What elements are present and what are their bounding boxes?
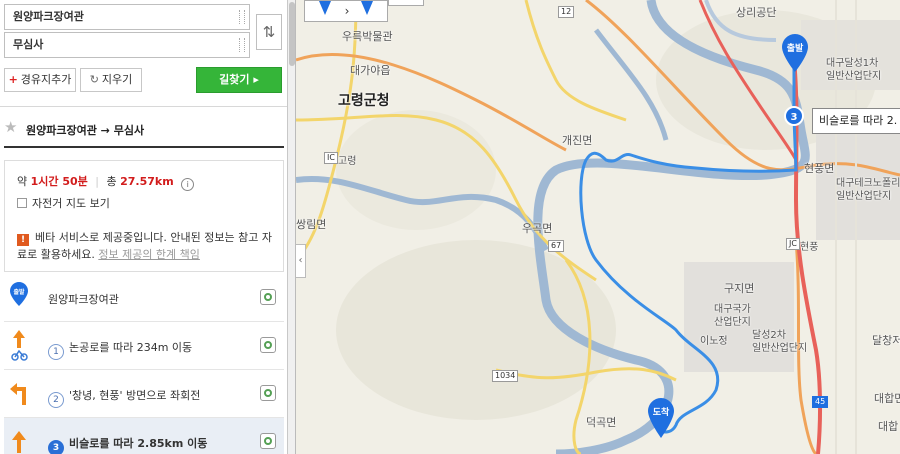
step-label: '창녕, 현풍' 방면으로 좌회전 — [69, 389, 201, 402]
waypoint-number: 3 — [791, 112, 798, 123]
map-label-deokgok: 덕곡면 — [586, 416, 617, 429]
map-label-goryeong: 고령군청 — [338, 93, 390, 109]
road-shield-12: 12 — [558, 6, 575, 18]
map-label-ureuk: 우륵박물관 — [342, 30, 393, 43]
origin-map-marker-icon[interactable]: 출발 — [782, 34, 808, 72]
distance-prefix: 총 — [106, 175, 117, 188]
route-panel: ⇅ +경유지추가 ↻지우기 길찾기 ▸ ★ 원양파크장여관 → 무심사 약 1시… — [0, 0, 288, 454]
step-label: 원양파크장여관 — [48, 293, 119, 306]
destination-field[interactable] — [4, 32, 250, 58]
clear-button[interactable]: ↻ 지우기 — [80, 68, 142, 92]
plus-icon: + — [8, 73, 18, 86]
map-label-daegaya: 대가야읍 — [350, 64, 391, 77]
star-icon[interactable]: ★ — [4, 118, 17, 136]
view-on-map-icon[interactable] — [260, 289, 276, 305]
straight-arrow-icon — [12, 431, 26, 453]
map-label-sangni: 상리공단 — [736, 6, 777, 19]
find-route-button[interactable]: 길찾기 ▸ — [196, 67, 282, 93]
warning-icon: ! — [17, 234, 29, 246]
step-tooltip: 비슬로를 따라 2. — [812, 108, 900, 134]
bike-map-toggle[interactable]: 자전거 지도 보기 — [17, 195, 110, 211]
map-label-hyeonpung: 현풍면 — [804, 162, 835, 175]
road-shield-45: 45 — [812, 396, 829, 408]
origin-marker-icon: 출발 — [10, 282, 28, 306]
step-number: 1 — [48, 344, 64, 360]
view-on-map-icon[interactable] — [260, 433, 276, 449]
refresh-icon: ↻ — [89, 73, 99, 86]
map-label-daehap: 대합면 — [874, 392, 900, 405]
time-prefix: 약 — [17, 175, 28, 188]
map-label-dalseong2b: 일반산업단지 — [752, 343, 808, 354]
map-label-hyeonpung-jc: 현풍 — [800, 242, 819, 253]
route-step-2[interactable]: 2 '창녕, 현풍' 방면으로 좌회전 — [4, 370, 284, 418]
swap-button[interactable]: ⇅ — [256, 14, 282, 50]
step-number: 3 — [48, 440, 64, 454]
beta-disclaimer-link[interactable]: 정보 제공의 한계 책임 — [98, 248, 200, 261]
road-shield-1034: 1034 — [492, 370, 519, 382]
bike-map-checkbox[interactable] — [17, 198, 27, 208]
panel-collapse-toggle[interactable]: ‹ — [296, 244, 306, 278]
svg-text:›: › — [345, 4, 350, 18]
map-label-gaejin: 개진면 — [562, 134, 593, 147]
step-3-map-marker-icon[interactable]: 3 — [784, 106, 804, 126]
ic-badge: IC — [324, 152, 338, 164]
straight-arrow-bike-icon — [11, 330, 28, 361]
view-on-map-icon[interactable] — [260, 337, 276, 353]
divider — [0, 106, 287, 107]
map-label-ssangnim: 쌍림면 — [296, 218, 327, 231]
route-step-3[interactable]: 3 비슬로를 따라 2.85km 이동 — [4, 418, 284, 454]
destination-map-marker-icon[interactable]: 도착 — [648, 398, 674, 438]
origin-drag-handle[interactable] — [239, 10, 245, 24]
turn-left-arrow-icon — [10, 383, 26, 405]
map-control-tab[interactable] — [388, 0, 424, 6]
route-info-box: 약 1시간 50분 | 총 27.57km i 자전거 지도 보기 ! 베타 서비… — [4, 160, 284, 272]
road-shield-67: 67 — [548, 240, 565, 252]
destination-badge: 도착 — [653, 406, 670, 418]
step-number: 2 — [48, 392, 64, 408]
mini-route-icons: › — [319, 1, 373, 18]
view-on-map-icon[interactable] — [260, 385, 276, 401]
step-label: 비슬로를 따라 2.85km 이동 — [69, 437, 208, 450]
add-waypoint-label: 경유지추가 — [20, 73, 72, 86]
route-step-origin[interactable]: 출발 원양파크장여관 — [4, 274, 284, 322]
panel-scrollbar[interactable] — [288, 0, 296, 454]
map-label-ugok: 우곡면 — [522, 222, 553, 235]
origin-input[interactable] — [5, 5, 225, 27]
origin-badge: 출발 — [787, 42, 804, 54]
destination-drag-handle[interactable] — [239, 38, 245, 52]
clear-label: 지우기 — [101, 73, 133, 86]
map-label-dalseong1b: 일반산업단지 — [826, 71, 882, 82]
origin-badge-text: 출발 — [13, 288, 25, 296]
route-step-1[interactable]: 1 논공로를 따라 234m 이동 — [4, 322, 284, 370]
route-summary-text: 원양파크장여관 → 무심사 — [26, 124, 145, 137]
route-mini-toggle[interactable]: › — [304, 0, 388, 22]
bike-map-label: 자전거 지도 보기 — [32, 197, 110, 210]
beta-notice: ! 베타 서비스로 제공중입니다. 안내된 정보는 참고 자료로 활용하세요. 정… — [17, 229, 279, 263]
map-canvas[interactable]: › ‹ 고령군청 대가야읍 우륵박물관 개진면 우곡면 쌍림면 구지면 대구달성… — [296, 0, 900, 454]
map-label-inogang: 이노정 — [700, 336, 728, 347]
separator: | — [95, 175, 99, 188]
map-label-techno2: 일반산업단지 — [836, 191, 892, 202]
destination-input[interactable] — [5, 33, 225, 55]
scrollbar-thumb[interactable] — [289, 2, 295, 66]
route-time-distance: 약 1시간 50분 | 총 27.57km i — [17, 173, 195, 191]
step-label: 논공로를 따라 234m 이동 — [69, 341, 193, 354]
origin-field[interactable] — [4, 4, 250, 30]
map-label-natl2: 산업단지 — [714, 317, 751, 328]
add-waypoint-button[interactable]: + 경유지추가 — [4, 68, 76, 92]
map-label-guji: 구지면 — [724, 282, 755, 295]
map-label-goryeong-ic: 고령 — [338, 156, 357, 167]
distance-value: 27.57km — [120, 175, 174, 188]
info-icon[interactable]: i — [181, 178, 195, 191]
time-value: 1시간 50분 — [30, 175, 88, 188]
route-summary-title: ★ 원양파크장여관 → 무심사 — [4, 118, 284, 148]
jc-badge: JC — [786, 238, 800, 250]
map-label-dalchang: 달창저 — [872, 334, 900, 347]
swap-icon: ⇅ — [262, 23, 276, 41]
map-label-daehap-2: 대합 — [878, 420, 899, 433]
